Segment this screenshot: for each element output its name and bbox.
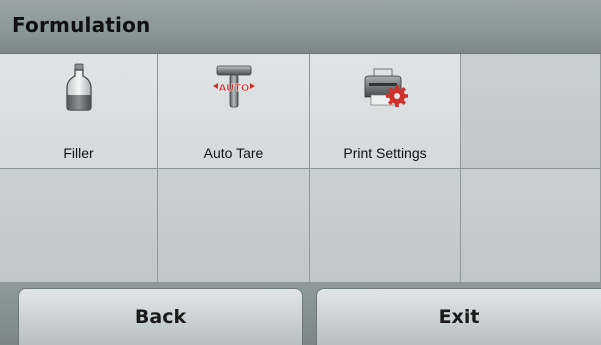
page-title: Formulation bbox=[12, 13, 151, 37]
menu-grid: Filler AUTO Auto Tare Print Settings bbox=[0, 54, 601, 283]
empty-cell bbox=[461, 169, 601, 283]
menu-item-label: Filler bbox=[63, 145, 94, 161]
title-bar: Formulation bbox=[0, 0, 601, 54]
exit-button[interactable]: Exit bbox=[316, 288, 601, 345]
empty-cell bbox=[310, 169, 461, 283]
auto-tare-icon-text: AUTO bbox=[218, 83, 249, 94]
empty-cell bbox=[461, 54, 601, 169]
menu-item-label: Print Settings bbox=[343, 145, 427, 161]
menu-item-auto-tare[interactable]: AUTO Auto Tare bbox=[158, 54, 310, 169]
empty-cell bbox=[0, 169, 158, 283]
empty-cell bbox=[158, 169, 310, 283]
menu-item-filler[interactable]: Filler bbox=[0, 54, 158, 169]
back-button-label: Back bbox=[134, 306, 187, 328]
menu-item-print-settings[interactable]: Print Settings bbox=[310, 54, 461, 169]
footer-bar: Back Exit bbox=[0, 283, 601, 345]
bottle-icon bbox=[54, 62, 104, 112]
menu-item-label: Auto Tare bbox=[203, 145, 264, 161]
auto-tare-icon: AUTO bbox=[209, 62, 259, 112]
printer-settings-icon bbox=[360, 62, 410, 112]
back-button[interactable]: Back bbox=[18, 288, 303, 345]
exit-button-label: Exit bbox=[438, 306, 480, 328]
